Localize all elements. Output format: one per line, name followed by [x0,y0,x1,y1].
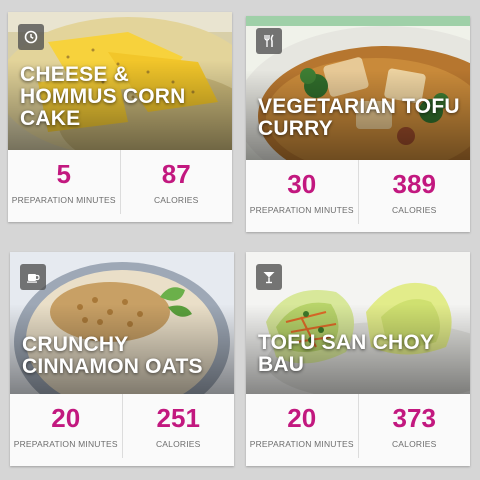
recipe-card[interactable]: TOFU SAN CHOY BAU 20 PREPARATION MINUTES… [246,252,470,466]
recipe-card[interactable]: CHEESE & HOMMUS CORN CAKE 5 PREPARATION … [8,12,232,222]
prep-minutes-stat: 20 PREPARATION MINUTES [246,394,358,458]
calories-stat: 87 CALORIES [119,150,233,214]
prep-minutes-label: PREPARATION MINUTES [13,439,118,449]
prep-minutes-stat: 30 PREPARATION MINUTES [246,160,358,224]
recipe-title[interactable]: VEGETARIAN TOFU CURRY [258,96,464,140]
prep-minutes-label: PREPARATION MINUTES [249,205,354,215]
prep-minutes-value: 20 [287,403,317,433]
prep-minutes-stat: 20 PREPARATION MINUTES [10,394,122,458]
prep-minutes-value: 30 [287,169,317,199]
recipe-stats: 20 PREPARATION MINUTES 373 CALORIES [246,394,470,458]
recipe-photo: VEGETARIAN TOFU CURRY [246,16,470,160]
recipe-stats: 30 PREPARATION MINUTES 389 CALORIES [246,160,470,224]
calories-label: CALORIES [155,439,201,449]
coffee-cup-icon [20,264,46,290]
prep-minutes-value: 5 [56,159,71,189]
calories-label: CALORIES [391,205,437,215]
calories-stat: 373 CALORIES [357,394,471,458]
recipe-photo: CHEESE & HOMMUS CORN CAKE [8,12,232,150]
fork-knife-icon [256,28,282,54]
calories-value: 87 [161,159,191,189]
prep-minutes-label: PREPARATION MINUTES [249,439,354,449]
calories-stat: 389 CALORIES [357,160,471,224]
calories-value: 251 [156,403,200,433]
recipe-card[interactable]: CRUNCHY CINNAMON OATS 20 PREPARATION MIN… [10,252,234,466]
clock-icon [18,24,44,50]
recipe-stats: 20 PREPARATION MINUTES 251 CALORIES [10,394,234,458]
recipe-photo: CRUNCHY CINNAMON OATS [10,252,234,394]
prep-minutes-value: 20 [51,403,81,433]
calories-value: 389 [392,169,436,199]
calories-label: CALORIES [153,195,199,205]
calories-stat: 251 CALORIES [121,394,235,458]
recipe-title[interactable]: CHEESE & HOMMUS CORN CAKE [20,64,226,130]
prep-minutes-stat: 5 PREPARATION MINUTES [8,150,120,214]
recipe-stats: 5 PREPARATION MINUTES 87 CALORIES [8,150,232,214]
recipe-title[interactable]: TOFU SAN CHOY BAU [258,332,464,376]
calories-label: CALORIES [391,439,437,449]
recipe-photo: TOFU SAN CHOY BAU [246,252,470,394]
recipe-title[interactable]: CRUNCHY CINNAMON OATS [22,334,228,378]
cocktail-glass-icon [256,264,282,290]
calories-value: 373 [392,403,436,433]
prep-minutes-label: PREPARATION MINUTES [11,195,116,205]
recipe-card[interactable]: VEGETARIAN TOFU CURRY 30 PREPARATION MIN… [246,16,470,232]
